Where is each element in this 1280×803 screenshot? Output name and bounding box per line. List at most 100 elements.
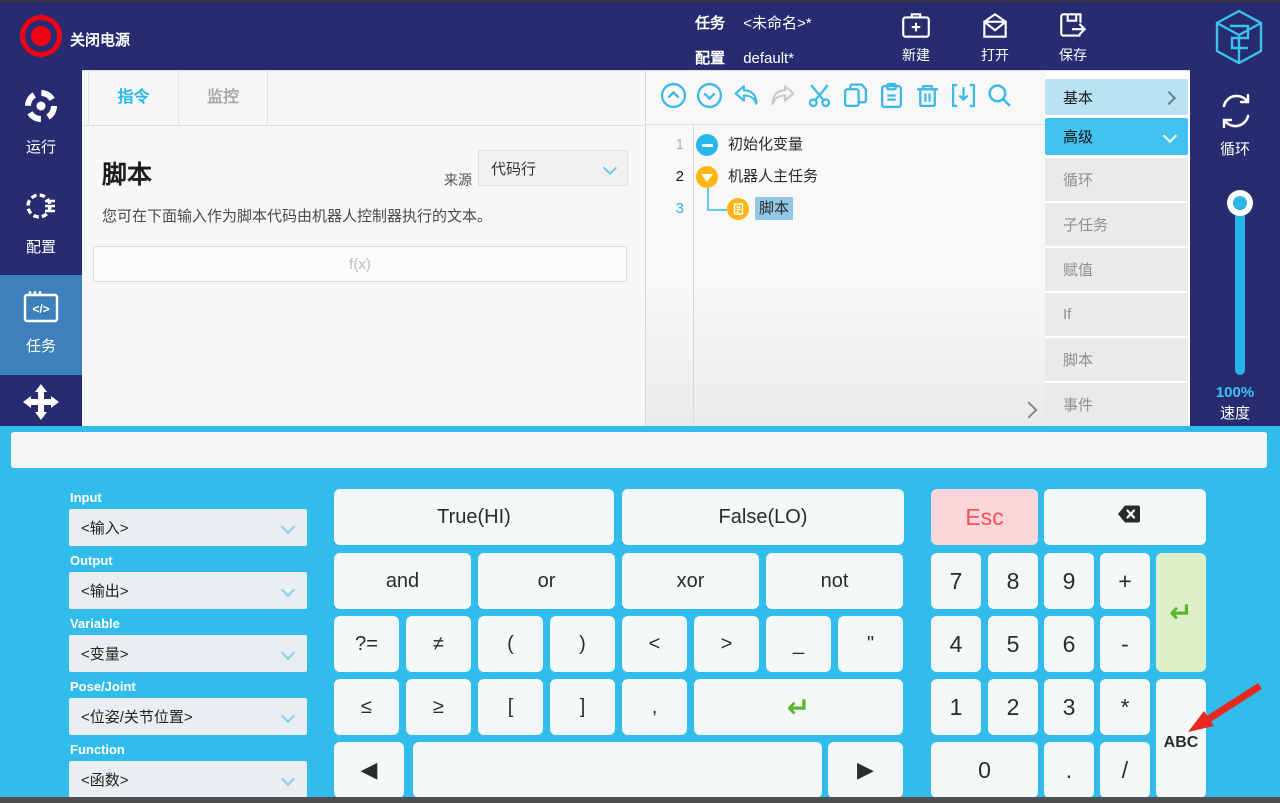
- sidebar-item-move[interactable]: [0, 382, 82, 426]
- task-icon: </>: [20, 314, 62, 331]
- brand-logo-icon: [1212, 8, 1266, 71]
- variable-selector[interactable]: <变量>: [69, 635, 307, 672]
- key-minus[interactable]: -: [1100, 616, 1150, 672]
- key-abc-mode[interactable]: ABC: [1156, 679, 1206, 798]
- key-xor[interactable]: xor: [622, 553, 759, 609]
- key-plus[interactable]: +: [1100, 553, 1150, 609]
- key-asterisk[interactable]: *: [1100, 679, 1150, 735]
- chevron-down-icon: [281, 520, 295, 534]
- new-task-button[interactable]: 新建: [888, 10, 944, 65]
- function-selector[interactable]: <函数>: [69, 761, 307, 798]
- tree-row-init-vars[interactable]: 1 初始化变量: [646, 129, 1045, 161]
- cmd-item-script[interactable]: 脚本: [1045, 338, 1188, 381]
- key-cursor-right[interactable]: ▶: [828, 742, 903, 798]
- cmd-item-loop[interactable]: 循环: [1045, 158, 1188, 201]
- task-row: 任务 <未命名>*: [695, 12, 812, 33]
- power-button[interactable]: [20, 15, 62, 57]
- group-basic[interactable]: 基本: [1045, 79, 1188, 115]
- cmd-item-subtask[interactable]: 子任务: [1045, 203, 1188, 246]
- delete-icon[interactable]: [914, 82, 941, 114]
- key-6[interactable]: 6: [1044, 616, 1094, 672]
- collapse-node-icon[interactable]: [696, 166, 718, 188]
- key-9[interactable]: 9: [1044, 553, 1094, 609]
- key-underscore[interactable]: _: [766, 616, 831, 672]
- chevron-down-icon: [1163, 129, 1177, 143]
- copy-icon[interactable]: [842, 82, 869, 114]
- key-paren-open[interactable]: (: [478, 616, 543, 672]
- key-8[interactable]: 8: [988, 553, 1038, 609]
- key-bracket-close[interactable]: ]: [550, 679, 615, 735]
- key-not[interactable]: not: [766, 553, 903, 609]
- search-icon[interactable]: [986, 82, 1013, 114]
- line-number: 1: [646, 129, 684, 161]
- expression-input[interactable]: [93, 246, 627, 282]
- key-3[interactable]: 3: [1044, 679, 1094, 735]
- expand-all-icon[interactable]: [696, 82, 723, 114]
- init-variable-icon: [696, 134, 718, 156]
- key-slash[interactable]: /: [1100, 742, 1150, 798]
- new-task-label: 新建: [888, 45, 944, 65]
- key-bracket-open[interactable]: [: [478, 679, 543, 735]
- cmd-item-if[interactable]: If: [1045, 293, 1188, 336]
- key-comma[interactable]: ,: [622, 679, 687, 735]
- config-label: 配置: [695, 50, 725, 67]
- key-2[interactable]: 2: [988, 679, 1038, 735]
- key-escape[interactable]: Esc: [931, 489, 1038, 545]
- key-cursor-left[interactable]: ◀: [334, 742, 404, 798]
- input-selector-label: Input: [70, 490, 102, 505]
- source-dropdown[interactable]: 代码行: [478, 150, 628, 186]
- key-backspace[interactable]: [1044, 489, 1206, 545]
- source-value: 代码行: [491, 158, 536, 179]
- speed-slider-knob[interactable]: [1227, 190, 1253, 216]
- key-greater-equal[interactable]: ≥: [406, 679, 471, 735]
- redo-icon[interactable]: [769, 82, 797, 114]
- tab-monitor[interactable]: 监控: [178, 71, 268, 125]
- cmd-item-event[interactable]: 事件: [1045, 383, 1188, 426]
- collapse-all-icon[interactable]: [660, 82, 687, 114]
- key-not-equal[interactable]: ≠: [406, 616, 471, 672]
- open-task-button[interactable]: 打开: [967, 10, 1023, 65]
- output-selector[interactable]: <输出>: [69, 572, 307, 609]
- key-less-equal[interactable]: ≤: [334, 679, 399, 735]
- sidebar-item-run[interactable]: 运行: [0, 88, 82, 178]
- group-advanced[interactable]: 高级: [1045, 118, 1188, 155]
- tree-row-script[interactable]: 3 脚本: [646, 193, 1045, 225]
- key-space[interactable]: [413, 742, 822, 798]
- save-task-button[interactable]: 保存: [1045, 10, 1101, 65]
- expression-edit-field[interactable]: [11, 432, 1267, 468]
- speed-slider-track[interactable]: [1235, 203, 1245, 375]
- undo-icon[interactable]: [732, 82, 760, 114]
- settings-icon: [21, 215, 61, 232]
- cut-icon[interactable]: [806, 82, 833, 114]
- insert-icon[interactable]: [950, 82, 977, 114]
- key-4[interactable]: 4: [931, 616, 981, 672]
- key-less-than[interactable]: <: [622, 616, 687, 672]
- key-5[interactable]: 5: [988, 616, 1038, 672]
- paste-icon[interactable]: [878, 82, 905, 114]
- key-1[interactable]: 1: [931, 679, 981, 735]
- expand-panel-chevron-icon[interactable]: [1021, 402, 1038, 419]
- key-assign-compare[interactable]: ?=: [334, 616, 399, 672]
- key-0[interactable]: 0: [931, 742, 1038, 798]
- input-selector[interactable]: <输入>: [69, 509, 307, 546]
- key-greater-than[interactable]: >: [694, 616, 759, 672]
- key-enter[interactable]: ↵: [1156, 553, 1206, 672]
- key-false[interactable]: False(LO): [622, 489, 904, 545]
- key-7[interactable]: 7: [931, 553, 981, 609]
- tab-instruction[interactable]: 指令: [88, 71, 178, 125]
- key-newline[interactable]: ↵: [694, 679, 903, 735]
- key-true[interactable]: True(HI): [334, 489, 614, 545]
- pose-selector[interactable]: <位姿/关节位置>: [69, 698, 307, 735]
- key-quote[interactable]: ": [838, 616, 903, 672]
- sidebar-item-label: 运行: [0, 136, 82, 157]
- loop-mode-icon[interactable]: [1215, 90, 1257, 139]
- cmd-item-assign[interactable]: 赋值: [1045, 248, 1188, 291]
- key-and[interactable]: and: [334, 553, 471, 609]
- sidebar-item-configure[interactable]: 配置: [0, 188, 82, 278]
- key-or[interactable]: or: [478, 553, 615, 609]
- key-paren-close[interactable]: ): [550, 616, 615, 672]
- tree-row-main-task[interactable]: 2 机器人主任务: [646, 161, 1045, 193]
- chevron-right-icon: [1162, 91, 1176, 105]
- key-dot[interactable]: .: [1044, 742, 1094, 798]
- sidebar-item-task[interactable]: </> 任务: [0, 275, 82, 375]
